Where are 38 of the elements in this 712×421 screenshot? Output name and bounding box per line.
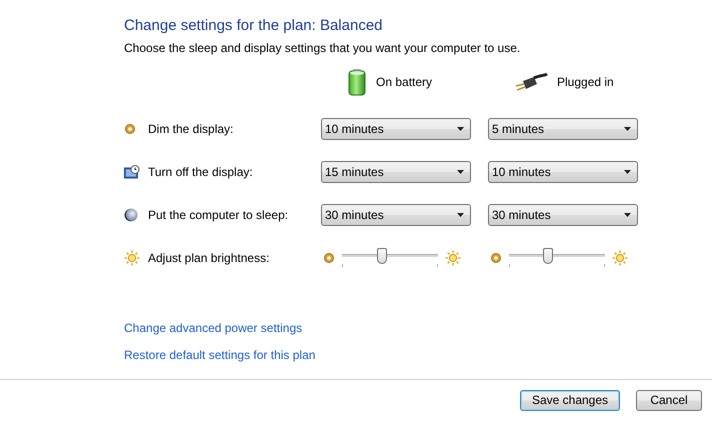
dropdown[interactable]: 30 minutes	[321, 204, 471, 226]
dropdown-arrow-icon	[457, 127, 464, 131]
dropdown[interactable]: 5 minutes	[488, 118, 638, 140]
instructions-text: Choose the sleep and display settings that you want your computer to use.	[124, 41, 522, 55]
sun-icon	[612, 250, 628, 266]
link[interactable]: Change advanced power settings	[124, 321, 302, 335]
dropdown-arrow-icon	[624, 170, 631, 174]
dropdown-arrow-icon	[457, 213, 464, 217]
monitor-clock-icon	[124, 165, 140, 179]
dropdown-arrow-icon	[624, 213, 631, 217]
slider-thumb[interactable]	[377, 248, 388, 264]
sun-icon	[124, 250, 140, 266]
slider-thumb[interactable]	[543, 248, 554, 264]
column-heading: Plugged in	[557, 75, 614, 89]
sun-icon	[445, 250, 461, 266]
brightness-slider[interactable]	[509, 247, 605, 269]
moon-icon	[124, 208, 138, 222]
dropdown[interactable]: 15 minutes	[321, 161, 471, 183]
power-plug-icon	[514, 72, 548, 92]
brightness-slider[interactable]	[342, 247, 438, 269]
dropdown-arrow-icon	[457, 170, 464, 174]
dropdown[interactable]: 10 minutes	[321, 118, 471, 140]
dim-icon	[323, 252, 335, 264]
save-button[interactable]: Save changes	[520, 390, 620, 411]
cancel-button[interactable]: Cancel	[636, 390, 702, 411]
dropdown-arrow-icon	[624, 127, 631, 131]
dim-icon	[490, 252, 502, 264]
dropdown[interactable]: 30 minutes	[488, 204, 638, 226]
column-heading: On battery	[376, 75, 432, 89]
page-title: Change settings for the plan: Balanced	[124, 17, 384, 34]
setting-label: Adjust plan brightness:	[148, 251, 270, 265]
dim-icon	[124, 123, 136, 135]
setting-label: Dim the display:	[148, 122, 234, 136]
link[interactable]: Restore default settings for this plan	[124, 348, 316, 362]
setting-label: Put the computer to sleep:	[148, 208, 288, 222]
battery-icon	[347, 68, 367, 96]
setting-label: Turn off the display:	[148, 165, 253, 179]
dropdown[interactable]: 10 minutes	[488, 161, 638, 183]
